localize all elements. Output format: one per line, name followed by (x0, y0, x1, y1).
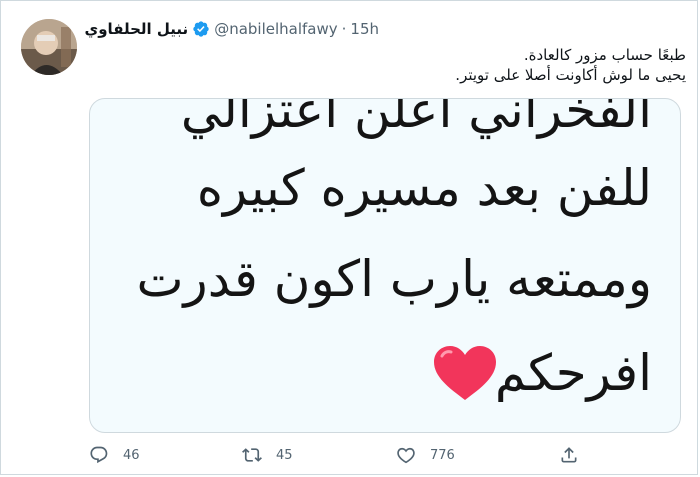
heart-outline-icon (397, 447, 415, 464)
tweet-text-line: طبعًا حساب مزور كالعادة. (523, 46, 686, 64)
author-handle[interactable]: @nabilelhalfawy (214, 20, 337, 38)
tweet-timestamp[interactable]: 15h (350, 20, 379, 38)
avatar[interactable] (21, 19, 77, 75)
media-text-line: الفخراني أعلن اعتزالي (180, 98, 652, 139)
retweet-count: 45 (276, 447, 293, 463)
tweet-media-image[interactable]: الفخراني أعلن اعتزالي للفن بعد مسيره كبي… (89, 98, 681, 433)
avatar-photo (21, 19, 77, 75)
retweet-icon (242, 448, 262, 462)
share-icon (561, 447, 577, 463)
reply-count: 46 (123, 447, 140, 463)
retweet-button[interactable]: 45 (242, 445, 293, 465)
verified-badge-icon (192, 20, 210, 38)
media-text-line: افرحكم (494, 344, 652, 402)
reply-button[interactable]: 46 (89, 445, 140, 465)
share-button[interactable] (559, 445, 579, 465)
tweet-card[interactable]: نبيل الحلفاوي @nabilelhalfawy · 15h طبعً… (0, 0, 698, 475)
author-name[interactable]: نبيل الحلفاوي (84, 20, 188, 38)
like-count: 776 (430, 447, 455, 463)
reply-icon (90, 446, 108, 464)
heart-emoji-icon (434, 346, 496, 400)
media-text-line: للفن بعد مسيره كبيره (196, 159, 652, 217)
media-text-line: وممتعه يارب اكون قدرت (136, 250, 652, 308)
tweet-actions-bar: 46 45 776 (89, 441, 609, 469)
like-button[interactable]: 776 (396, 445, 455, 465)
header-separator: · (341, 20, 347, 38)
tweet-text: طبعًا حساب مزور كالعادة. يحيى ما لوش أكا… (396, 45, 686, 85)
tweet-header: نبيل الحلفاوي @nabilelhalfawy · 15h (84, 17, 379, 41)
tweet-text-line: يحيى ما لوش أكاونت أصلا على تويتر. (455, 66, 686, 84)
